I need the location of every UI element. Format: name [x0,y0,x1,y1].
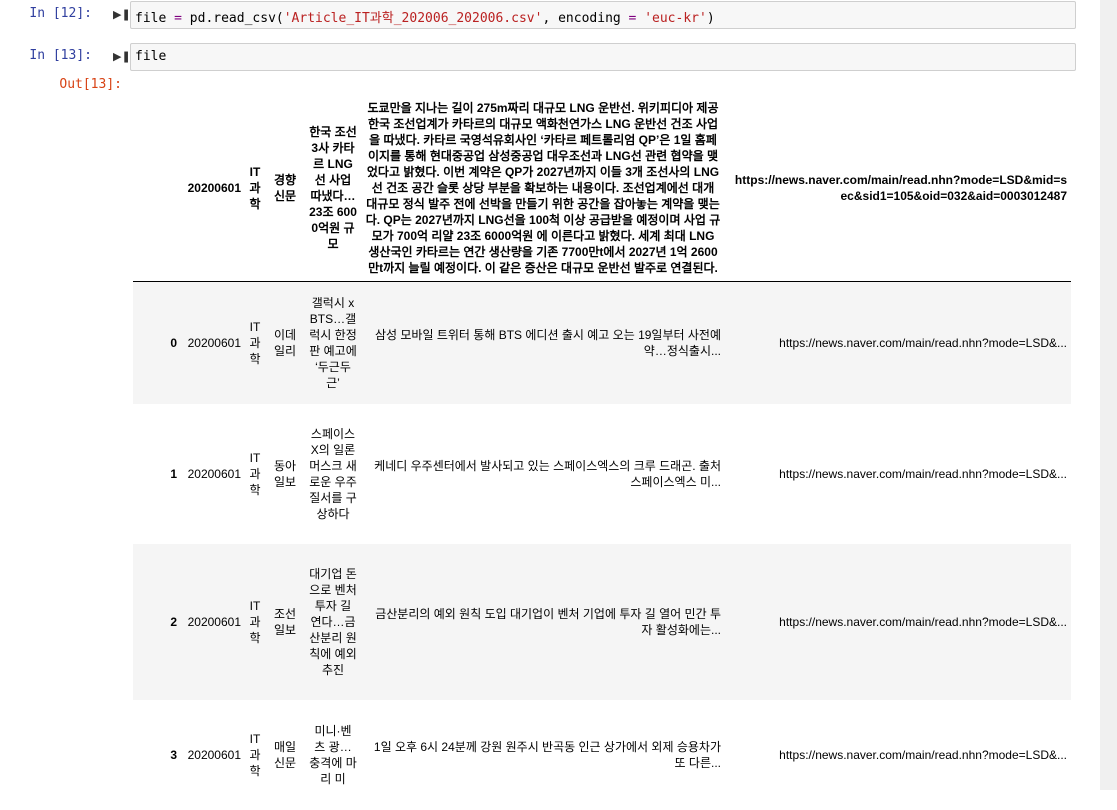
table-row: 2 20200601 IT 과학 조선 일보 대기업 돈으로 벤처 투자 길 연… [133,543,1071,700]
cell-press: 동아 일보 [273,458,297,489]
cell-content: 1일 오후 6시 24분께 강원 원주시 반곡동 인근 상가에서 외제 승용차가… [373,739,721,770]
code-cell-12[interactable]: In [12]: ▶❚ file = pd.read_csv('Article_… [0,0,1100,36]
code-token: 'euc-kr' [644,11,707,26]
code-text: file [135,49,167,64]
dataframe-output: 20200601 IT 과학 경향 신문 한국 조선3사 카타르 LNG선 사업… [133,95,1071,810]
code-cell-13[interactable]: In [13]: ▶❚ file [0,42,1100,78]
dataframe-table: 20200601 IT 과학 경향 신문 한국 조선3사 카타르 LNG선 사업… [133,95,1071,810]
cell-url: https://news.naver.com/main/read.nhn?mod… [779,747,1067,762]
cell-category: IT 과학 [249,731,261,778]
cell-press: 매일 신문 [273,739,297,770]
cell-date: 20200601 [187,335,241,350]
header-row: 20200601 IT 과학 경향 신문 한국 조선3사 카타르 LNG선 사업… [133,95,1071,282]
header-title: 한국 조선3사 카타르 LNG선 사업 따냈다… 23조 6000억원 규모 [305,95,361,282]
code-text: file = pd.read_csv('Article_IT과학_202006_… [135,7,715,26]
row-index: 0 [170,335,177,350]
input-prompt: In [12]: [29,6,92,21]
code-input[interactable]: file [130,43,1076,71]
cell-content: 금산분리의 예외 원칙 도입 대기업이 벤처 기업에 투자 길 열어 민간 투자… [375,606,721,637]
run-cell-icon[interactable]: ▶❚ [113,8,131,21]
cell-category: IT 과학 [249,450,261,497]
cell-url: https://news.naver.com/main/read.nhn?mod… [779,466,1067,481]
output-prompt: Out[13]: [59,77,122,92]
cell-date: 20200601 [187,614,241,629]
cell-title: 미니·벤츠 광… 충격에 마리 미 [309,723,357,786]
run-cell-icon[interactable]: ▶❚ [113,50,131,63]
header-index [133,95,181,282]
code-token: ) [706,11,715,26]
cell-category: IT 과학 [249,598,261,645]
code-input[interactable]: file = pd.read_csv('Article_IT과학_202006_… [130,1,1076,29]
header-date: 20200601 [181,95,245,282]
cell-url: https://news.naver.com/main/read.nhn?mod… [779,614,1067,629]
code-token: , encoding [542,11,629,26]
code-token: pd.read_csv( [189,11,284,26]
code-token: = [166,11,190,26]
row-index: 3 [170,747,177,762]
table-row: 3 20200601 IT 과학 매일 신문 미니·벤츠 광… 충격에 마리 미… [133,699,1071,810]
row-index: 1 [170,466,177,481]
cell-content: 삼성 모바일 트위터 통해 BTS 에디션 출시 예고 오는 19일부터 사전예… [374,327,721,358]
code-token: 'Article_IT과학_202006_202006.csv' [283,11,543,26]
header-category: IT 과학 [245,95,265,282]
cell-category: IT 과학 [249,319,261,366]
cell-content: 케네디 우주센터에서 발사되고 있는 스페이스엑스의 크루 드래곤. 출처 스페… [374,458,721,489]
cell-press: 조선 일보 [273,606,297,637]
cell-press: 이데 일리 [273,327,297,358]
row-index: 2 [170,614,177,629]
vertical-scrollbar[interactable] [1100,0,1117,790]
cell-title: 대기업 돈으로 벤처 투자 길 연다…금산분리 원칙에 예외 추진 [309,566,357,677]
table-row: 1 20200601 IT 과학 동아 일보 스페이스X의 일론 머스크 새로운… [133,403,1071,544]
header-content: 도쿄만을 지나는 길이 275m짜리 대규모 LNG 운반선. 위키피디아 제공… [361,95,725,282]
code-token: file [135,11,167,26]
header-url: https://news.naver.com/main/read.nhn?mod… [725,95,1071,282]
cell-date: 20200601 [187,466,241,481]
cell-date: 20200601 [187,747,241,762]
header-press: 경향 신문 [265,95,305,282]
cell-url: https://news.naver.com/main/read.nhn?mod… [779,335,1067,350]
table-row: 0 20200601 IT 과학 이데 일리 갤럭시 xBTS…갤럭시 한정판 … [133,281,1071,404]
table-body: 0 20200601 IT 과학 이데 일리 갤럭시 xBTS…갤럭시 한정판 … [133,281,1071,810]
cell-title: 갤럭시 xBTS…갤럭시 한정판 예고에 ‘두근두근’ [309,295,357,390]
cell-title: 스페이스X의 일론 머스크 새로운 우주 질서를 구상하다 [309,426,357,521]
input-prompt: In [13]: [29,48,92,63]
table-header: 20200601 IT 과학 경향 신문 한국 조선3사 카타르 LNG선 사업… [133,95,1071,282]
